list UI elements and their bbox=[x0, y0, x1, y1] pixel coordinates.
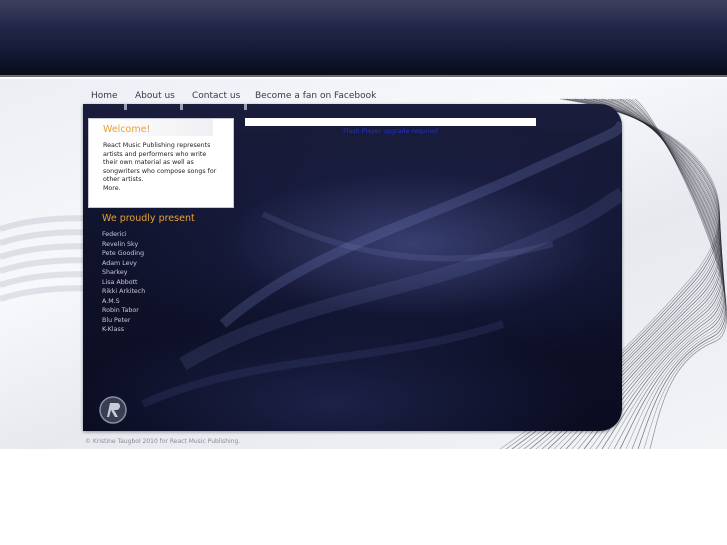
footer-copyright: © Kristine Taugbol 2010 for React Music … bbox=[85, 438, 241, 445]
welcome-header: Welcome! bbox=[89, 119, 213, 136]
nav-home[interactable]: Home bbox=[91, 91, 118, 101]
wave-line bbox=[613, 98, 725, 449]
wave-line bbox=[607, 98, 725, 449]
welcome-title: Welcome! bbox=[103, 124, 151, 135]
artist-link[interactable]: Robin Tabor bbox=[102, 306, 145, 316]
nav-about-us[interactable]: About us bbox=[135, 91, 175, 101]
react-r-logo-icon bbox=[98, 395, 128, 425]
artist-link[interactable]: Adam Levy bbox=[102, 259, 145, 269]
welcome-body: React Music Publishing represents artist… bbox=[103, 142, 217, 183]
welcome-box: Welcome! React Music Publishing represen… bbox=[88, 118, 234, 208]
welcome-more-link[interactable]: More. bbox=[103, 185, 221, 194]
artist-link[interactable]: Revelin Sky bbox=[102, 240, 145, 250]
artist-link[interactable]: Rikki Arkitech bbox=[102, 287, 145, 297]
nav-divider bbox=[244, 104, 247, 110]
artist-link[interactable]: Federici bbox=[102, 230, 145, 240]
artist-link[interactable]: A.M.S bbox=[102, 297, 145, 307]
flash-placeholder: Flash Player upgrade required bbox=[245, 118, 536, 135]
artist-list: Federici Revelin Sky Pete Gooding Adam Levy… bbox=[102, 230, 145, 335]
nav-divider bbox=[180, 104, 183, 110]
artist-link[interactable]: K-Klass bbox=[102, 325, 145, 335]
artist-link[interactable]: Pete Gooding bbox=[102, 249, 145, 259]
roster-title: We proudly present bbox=[102, 213, 195, 224]
artist-link[interactable]: Blu Peter bbox=[102, 316, 145, 326]
artist-link[interactable]: Sharkey bbox=[102, 268, 145, 278]
nav-divider bbox=[124, 104, 127, 110]
welcome-text: React Music Publishing represents artist… bbox=[103, 142, 221, 193]
flash-upgrade-link[interactable]: Flash Player upgrade required bbox=[343, 128, 438, 135]
top-banner bbox=[0, 0, 727, 77]
nav-facebook-fan[interactable]: Become a fan on Facebook bbox=[255, 91, 376, 101]
artist-link[interactable]: Lisa Abbott bbox=[102, 278, 145, 288]
nav-contact-us[interactable]: Contact us bbox=[192, 91, 240, 101]
